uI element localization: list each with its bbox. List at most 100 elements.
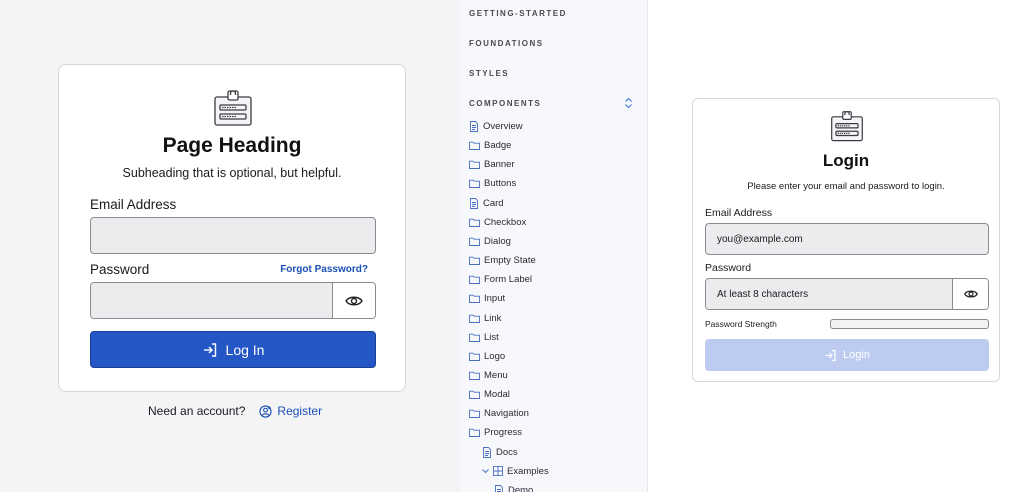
nav-item-modal[interactable]: Modal <box>469 389 510 400</box>
page-heading: Page Heading <box>162 134 302 157</box>
chevron-up-down-icon[interactable] <box>624 97 633 109</box>
password-strength-meter <box>830 319 989 329</box>
nav-item-buttons[interactable]: Buttons <box>469 178 516 189</box>
login-subheading: Please enter your email and password to … <box>747 181 945 192</box>
nav-section-styles[interactable]: STYLES <box>469 69 509 78</box>
login-button[interactable]: Log In <box>90 331 376 368</box>
password-label: Password <box>705 262 752 274</box>
nav-item-label: Modal <box>484 389 510 401</box>
nav-item-card[interactable]: Card <box>469 198 504 209</box>
login-page-right: Login Please enter your email and passwo… <box>648 0 1024 492</box>
email-label: Email Address <box>90 197 177 212</box>
nav-section-getting-started[interactable]: GETTING-STARTED <box>469 9 567 18</box>
nav-item-logo[interactable]: Logo <box>469 351 505 362</box>
login-card: Page Heading Subheading that is optional… <box>58 64 406 392</box>
login-button-disabled[interactable]: Login <box>705 339 989 371</box>
nav-item-empty-state[interactable]: Empty State <box>469 255 536 266</box>
nav-item-label: Link <box>484 312 502 324</box>
file-icon <box>469 197 479 209</box>
email-label: Email Address <box>705 207 773 219</box>
nav-item-label: Checkbox <box>484 216 527 228</box>
register-prompt: Need an account? Register <box>148 404 322 418</box>
folder-icon <box>469 428 480 438</box>
folder-icon <box>469 390 480 400</box>
nav-item-label: Examples <box>507 465 549 477</box>
nav-item-banner[interactable]: Banner <box>469 159 515 170</box>
password-label: Password <box>90 262 150 277</box>
folder-icon <box>469 409 480 419</box>
login-icon <box>825 349 836 361</box>
password-field-group: At least 8 characters <box>705 278 989 310</box>
folder-icon <box>469 294 480 304</box>
nav-item-link[interactable]: Link <box>469 313 501 324</box>
nav-item-label: Navigation <box>484 408 529 420</box>
folder-icon <box>469 333 480 342</box>
folder-icon <box>469 256 480 265</box>
nav-item-label: Card <box>483 197 504 209</box>
need-account-text: Need an account? <box>148 404 246 418</box>
login-button-label: Log In <box>225 341 265 358</box>
nav-item-demo[interactable]: Demo <box>494 485 533 492</box>
file-icon <box>482 446 492 458</box>
nav-item-label: Input <box>484 293 506 305</box>
login-form-icon <box>213 89 253 129</box>
nav-item-dialog[interactable]: Dialog <box>469 236 511 247</box>
password-input[interactable] <box>91 283 332 318</box>
nav-item-label: Logo <box>484 350 506 362</box>
page-subheading: Subheading that is optional, but helpful… <box>122 166 342 180</box>
folder-icon <box>469 237 480 246</box>
login-icon <box>203 342 216 357</box>
nav-item-progress[interactable]: Progress <box>469 427 522 438</box>
nav-item-label: Menu <box>484 369 508 381</box>
eye-icon <box>345 296 363 305</box>
add-user-icon <box>259 404 273 418</box>
show-password-button[interactable] <box>952 279 988 309</box>
nav-item-input[interactable]: Input <box>469 293 505 304</box>
nav-item-label: Buttons <box>484 178 517 190</box>
nav-item-label: Badge <box>484 140 512 152</box>
nav-item-examples[interactable]: Examples <box>482 466 549 477</box>
nav-item-label: Empty State <box>484 255 536 267</box>
nav-section-foundations[interactable]: FOUNDATIONS <box>469 39 544 48</box>
folder-icon <box>469 179 480 189</box>
folder-icon <box>469 371 480 380</box>
folder-icon <box>469 160 480 170</box>
login-page-left: Page Heading Subheading that is optional… <box>0 0 460 492</box>
folder-icon <box>469 352 480 361</box>
nav-item-label: Dialog <box>484 235 511 247</box>
folder-icon <box>469 141 480 151</box>
password-strength-label: Password Strength <box>705 319 777 329</box>
nav-item-label: Demo <box>508 484 534 492</box>
password-field-group <box>90 282 376 319</box>
nav-item-label: Form Label <box>484 274 533 286</box>
nav-item-list[interactable]: List <box>469 332 499 343</box>
register-link[interactable]: Register <box>259 404 322 418</box>
email-input[interactable] <box>90 217 376 254</box>
nav-item-menu[interactable]: Menu <box>469 370 508 381</box>
nav-item-navigation[interactable]: Navigation <box>469 408 529 419</box>
login-card-compact: Login Please enter your email and passwo… <box>692 98 1000 382</box>
nav-item-label: Progress <box>484 427 523 439</box>
file-icon <box>494 484 504 492</box>
register-link-label: Register <box>277 404 323 418</box>
login-button-label: Login <box>843 349 870 361</box>
nav-item-label: Docs <box>496 446 518 458</box>
nav-item-label: List <box>484 331 499 343</box>
show-password-button[interactable] <box>332 283 375 318</box>
chevron-down-icon <box>482 468 489 473</box>
password-input[interactable]: At least 8 characters <box>706 279 952 309</box>
login-form-icon <box>830 110 864 144</box>
nav-item-label: Overview <box>483 121 523 132</box>
grid-icon <box>493 466 503 477</box>
nav-item-badge[interactable]: Badge <box>469 140 511 151</box>
nav-section-components[interactable]: COMPONENTS <box>469 99 541 108</box>
email-input[interactable]: you@example.com <box>705 223 989 255</box>
nav-item-form-label[interactable]: Form Label <box>469 274 532 285</box>
folder-icon <box>469 314 480 323</box>
nav-item-overview[interactable]: Overview <box>469 121 523 132</box>
nav-item-checkbox[interactable]: Checkbox <box>469 217 526 228</box>
nav-item-label: Banner <box>484 159 515 171</box>
folder-icon <box>469 275 480 285</box>
forgot-password-link[interactable]: Forgot Password? <box>280 264 368 275</box>
nav-item-docs[interactable]: Docs <box>482 447 518 458</box>
